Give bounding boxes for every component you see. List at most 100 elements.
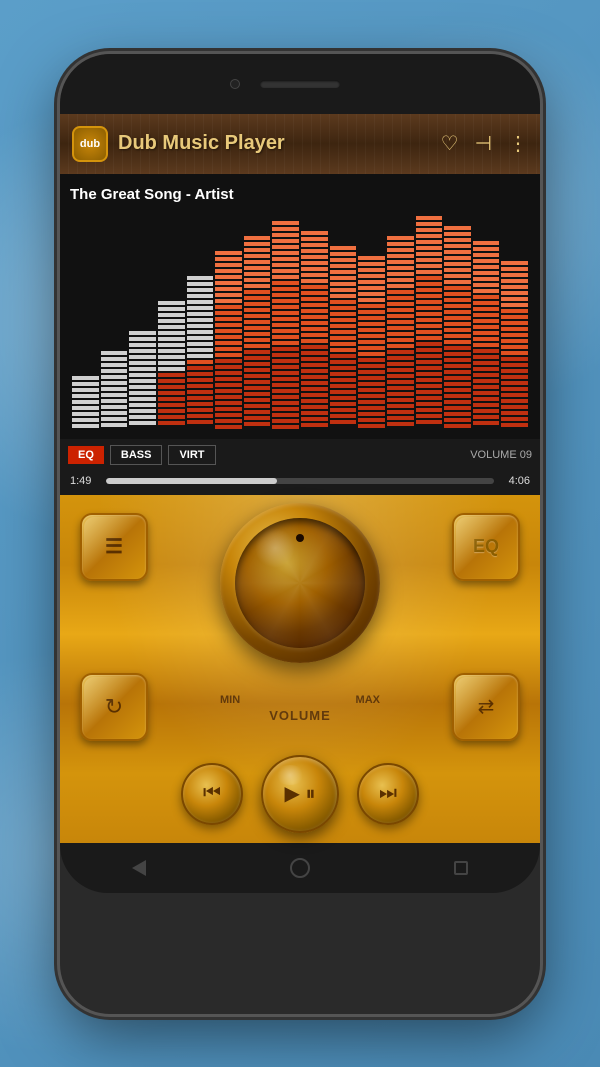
bar-segment (72, 424, 99, 428)
bar-segment (416, 252, 443, 256)
bar-segment (244, 422, 271, 426)
bar-segment (187, 318, 214, 322)
bar-segment (501, 393, 528, 397)
play-pause-button[interactable]: ▶ ⏸ (261, 755, 339, 833)
bar-segment (215, 329, 242, 333)
bar-segment (330, 270, 357, 274)
bar-segment (301, 369, 328, 373)
nav-home-button[interactable] (290, 858, 310, 878)
speaker-grille (260, 80, 340, 88)
bar-segment (272, 353, 299, 357)
bar-segment (215, 347, 242, 351)
equalizer-icon[interactable]: ⊣ (475, 131, 492, 156)
bar-segment (387, 368, 414, 372)
bar-segment (244, 380, 271, 384)
favorite-icon[interactable]: ♡ (441, 131, 459, 156)
bar-segment (158, 331, 185, 335)
bar-segment (272, 227, 299, 231)
bar-segment (444, 322, 471, 326)
shuffle-button[interactable]: ⇄ (452, 673, 520, 741)
bar-segment (187, 414, 214, 418)
bar-segment (358, 316, 385, 320)
control-top-row: ☰ EQ (80, 513, 520, 663)
bar-segment (330, 288, 357, 292)
bar-segment (387, 422, 414, 426)
bar-segment (501, 387, 528, 391)
playlist-icon: ☰ (105, 534, 123, 559)
bar-segment (473, 253, 500, 257)
bar-segment (387, 254, 414, 258)
bar-segment (101, 417, 128, 421)
bar-segment (444, 250, 471, 254)
bar-segment (215, 377, 242, 381)
bar-segment (416, 354, 443, 358)
bar-segment (416, 336, 443, 340)
eq-button-eq[interactable]: EQ (68, 446, 104, 464)
bar-segment (444, 388, 471, 392)
bar-segment (416, 324, 443, 328)
current-time: 1:49 (70, 475, 98, 487)
nav-back-button[interactable] (132, 860, 146, 876)
bar-segment (301, 411, 328, 415)
bar-segment (444, 406, 471, 410)
bar-segment (301, 273, 328, 277)
shuffle-icon: ⇄ (478, 694, 495, 719)
bar-segment (158, 313, 185, 317)
bar-segment (101, 363, 128, 367)
bar-segment (473, 349, 500, 353)
bar-segment (473, 331, 500, 335)
bar-segment (416, 402, 443, 406)
bar-segment (272, 365, 299, 369)
bar-segment (330, 264, 357, 268)
bar-segment (215, 419, 242, 423)
bar-segment (215, 251, 242, 255)
bar-segment (244, 284, 271, 288)
bar-segment (416, 240, 443, 244)
bar-segment (444, 328, 471, 332)
bar-segment (501, 345, 528, 349)
progress-track[interactable] (106, 478, 494, 484)
bar-segment (387, 236, 414, 240)
bar-segment (129, 403, 156, 407)
bar-segment (358, 280, 385, 284)
eq-button-bass[interactable]: BASS (110, 445, 163, 465)
bar-segment (444, 334, 471, 338)
bar-segment (416, 372, 443, 376)
knob-min-label: MIN (220, 694, 240, 706)
playback-controls: ⏮ ▶ ⏸ ⏭ (80, 755, 520, 833)
bar-segment (473, 355, 500, 359)
bar-segment (444, 424, 471, 428)
bar-segment (187, 300, 214, 304)
bar-segment (158, 301, 185, 305)
prev-button[interactable]: ⏮ (181, 763, 243, 825)
bar-segment (416, 222, 443, 226)
repeat-button[interactable]: ↻ (80, 673, 148, 741)
bar-segment (387, 356, 414, 360)
nav-recents-button[interactable] (454, 861, 468, 875)
bar-segment (101, 393, 128, 397)
playlist-button[interactable]: ☰ (80, 513, 148, 581)
knob-shimmer (255, 528, 295, 568)
bar-segment (473, 379, 500, 383)
bar-segment (416, 276, 443, 280)
bar-segment (358, 406, 385, 410)
bar-segment (244, 254, 271, 258)
bar-segment (416, 360, 443, 364)
bar-segment (444, 292, 471, 296)
bar-segment (501, 267, 528, 271)
eq-panel-button[interactable]: EQ (452, 513, 520, 581)
bar-segment (101, 375, 128, 379)
bar-segment (501, 339, 528, 343)
bar-segment (272, 239, 299, 243)
bar-segment (358, 328, 385, 332)
bar-segment (330, 378, 357, 382)
menu-icon[interactable]: ⋮ (508, 131, 528, 156)
bar-segment (244, 392, 271, 396)
next-button[interactable]: ⏭ (357, 763, 419, 825)
bar-segment (244, 326, 271, 330)
bar-segment (387, 296, 414, 300)
bar-segment (244, 266, 271, 270)
bar-segment (187, 360, 214, 364)
volume-knob[interactable] (220, 503, 380, 663)
eq-button-virt[interactable]: VIRT (168, 445, 215, 465)
